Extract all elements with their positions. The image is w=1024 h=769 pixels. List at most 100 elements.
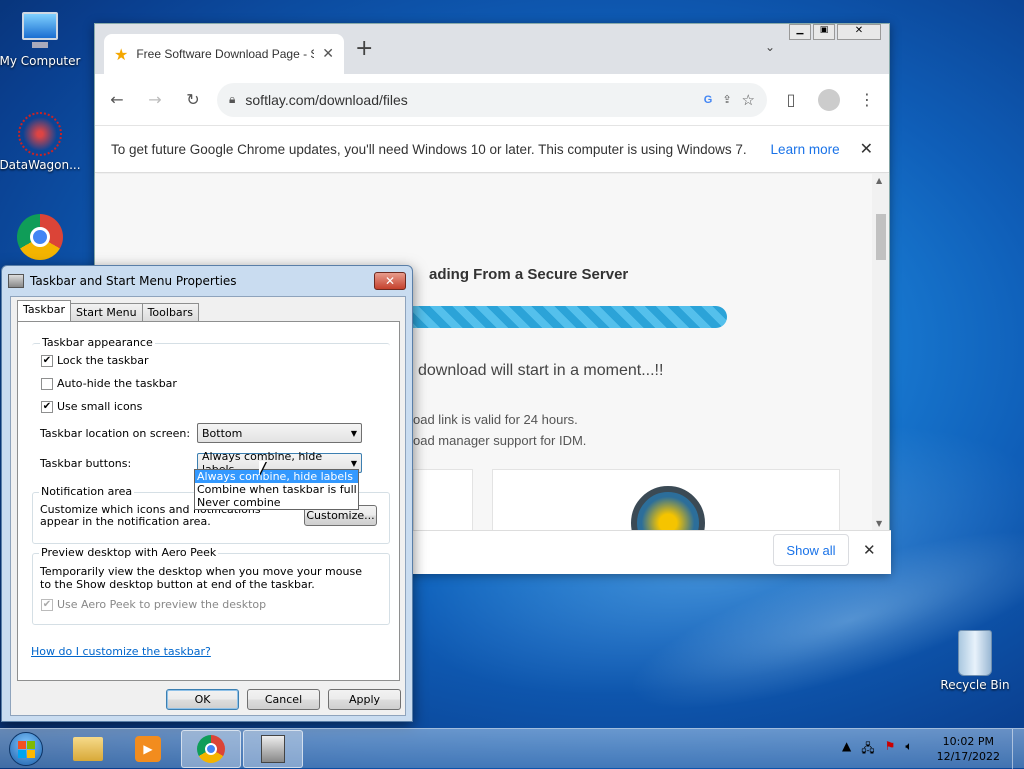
checkbox-box[interactable]: ✔ bbox=[41, 598, 53, 611]
computer-icon bbox=[18, 8, 62, 52]
checkbox-box[interactable]: ✔ bbox=[41, 400, 53, 413]
content-card-right bbox=[492, 469, 840, 530]
software-logo-icon bbox=[631, 486, 705, 530]
desktop-icon-recycle-bin[interactable]: Recycle Bin bbox=[932, 630, 1018, 692]
new-tab-button[interactable]: + bbox=[355, 36, 373, 61]
system-tray: ▲ 🖧︎ ⚑ 🔈︎ bbox=[842, 739, 913, 760]
idm-note: oad manager support for IDM. bbox=[413, 433, 587, 448]
close-window-button[interactable]: ✕ bbox=[837, 24, 881, 40]
group-label: Taskbar appearance bbox=[40, 336, 155, 349]
location-label: Taskbar location on screen: bbox=[40, 427, 191, 440]
tab-taskbar[interactable]: Taskbar bbox=[17, 300, 71, 321]
media-player-icon: ▶ bbox=[135, 736, 161, 762]
download-progress-fill bbox=[395, 306, 727, 328]
group-label: Preview desktop with Aero Peek bbox=[39, 546, 219, 559]
taskbar-media-player[interactable]: ▶ bbox=[118, 730, 178, 768]
tab-toolbars[interactable]: Toolbars bbox=[141, 303, 199, 321]
page-heading: ading From a Secure Server bbox=[429, 266, 629, 283]
share-icon[interactable]: ⇪ bbox=[722, 93, 731, 106]
chevron-down-icon: ▼ bbox=[350, 428, 357, 438]
bookmark-star-icon[interactable]: ☆ bbox=[742, 91, 755, 109]
link-valid-note: oad link is valid for 24 hours. bbox=[413, 412, 578, 427]
recycle-bin-icon bbox=[958, 630, 992, 676]
desktop-icon-label: DataWagon... bbox=[0, 158, 81, 172]
infobar-message: To get future Google Chrome updates, you… bbox=[111, 141, 747, 157]
taskbar: ▶ ▲ 🖧︎ ⚑ 🔈︎ 10:02 PM 12/17/2022 bbox=[0, 728, 1024, 769]
lock-taskbar-checkbox[interactable]: ✔ Lock the taskbar bbox=[41, 354, 149, 367]
start-button[interactable] bbox=[0, 730, 52, 768]
close-shelf-icon[interactable]: ✕ bbox=[863, 541, 876, 559]
taskbar-chrome[interactable] bbox=[181, 730, 241, 768]
scrollbar-thumb[interactable] bbox=[876, 214, 886, 260]
checkbox-label: Use Aero Peek to preview the desktop bbox=[57, 598, 267, 611]
side-panel-icon[interactable]: ▯ bbox=[777, 86, 805, 114]
learn-more-link[interactable]: Learn more bbox=[771, 142, 840, 157]
taskbar-properties-window[interactable] bbox=[243, 730, 303, 768]
help-link[interactable]: How do I customize the taskbar? bbox=[31, 645, 211, 658]
aero-peek-checkbox[interactable]: ✔ Use Aero Peek to preview the desktop bbox=[41, 598, 266, 611]
maximize-button[interactable]: ▣ bbox=[813, 24, 835, 40]
close-infobar-icon[interactable]: ✕ bbox=[860, 139, 873, 159]
desktop-icon-label: Recycle Bin bbox=[940, 678, 1010, 692]
checkbox-label: Lock the taskbar bbox=[57, 354, 149, 367]
tab-start-menu[interactable]: Start Menu bbox=[70, 303, 143, 321]
folder-icon bbox=[73, 737, 103, 761]
clock-date: 12/17/2022 bbox=[936, 750, 1000, 763]
close-tab-icon[interactable]: ✕ bbox=[322, 46, 334, 62]
checkbox-box[interactable] bbox=[41, 377, 53, 390]
desktop-icon-datawagon[interactable]: DataWagon... bbox=[0, 112, 83, 172]
update-infobar: To get future Google Chrome updates, you… bbox=[95, 126, 889, 173]
browser-tab[interactable]: ★ Free Software Download Page - S ✕ bbox=[104, 34, 344, 74]
reload-button[interactable]: ↻ bbox=[179, 86, 207, 114]
mouse-cursor-icon bbox=[259, 461, 266, 475]
volume-icon[interactable]: 🔈︎ bbox=[905, 739, 912, 760]
page-scrollbar[interactable]: ▲ ▼ bbox=[872, 174, 889, 530]
checkbox-label: Use small icons bbox=[57, 400, 143, 413]
tab-search-button[interactable]: ⌄ bbox=[765, 40, 775, 54]
action-center-icon[interactable]: ⚑ bbox=[885, 739, 896, 760]
download-start-message: download will start in a moment...!! bbox=[418, 362, 664, 379]
autohide-checkbox[interactable]: Auto-hide the taskbar bbox=[41, 377, 177, 390]
show-all-button[interactable]: Show all bbox=[773, 534, 849, 566]
forward-button[interactable]: → bbox=[141, 86, 169, 114]
apply-button[interactable]: Apply bbox=[328, 689, 401, 710]
taskbar-settings-icon bbox=[261, 735, 285, 763]
chrome-icon bbox=[17, 214, 63, 260]
dropdown-option[interactable]: Never combine bbox=[195, 496, 358, 509]
google-icon[interactable]: G bbox=[704, 94, 713, 106]
dropdown-option[interactable]: Combine when taskbar is full bbox=[195, 483, 358, 496]
star-icon: ★ bbox=[114, 44, 129, 64]
profile-icon[interactable] bbox=[815, 86, 843, 114]
small-icons-checkbox[interactable]: ✔ Use small icons bbox=[41, 400, 142, 413]
tab-strip: ★ Free Software Download Page - S ✕ + ⌄ … bbox=[95, 24, 889, 74]
lock-icon: 🔒︎ bbox=[229, 92, 236, 106]
minimize-button[interactable]: ▁ bbox=[789, 24, 811, 40]
network-icon[interactable]: 🖧︎ bbox=[861, 739, 874, 760]
clock-time: 10:02 PM bbox=[942, 735, 994, 748]
menu-icon[interactable]: ⋮ bbox=[853, 86, 881, 114]
desktop-icon-chrome[interactable] bbox=[0, 214, 83, 262]
taskbar-explorer[interactable] bbox=[58, 730, 118, 768]
clock[interactable]: 10:02 PM 12/17/2022 bbox=[937, 734, 1000, 764]
desktop-icon-my-computer[interactable]: My Computer bbox=[0, 8, 83, 68]
url-text: softlay.com/download/files bbox=[245, 91, 408, 108]
dialog-titlebar[interactable]: Taskbar and Start Menu Properties ✕ bbox=[2, 266, 412, 296]
buttons-label: Taskbar buttons: bbox=[40, 457, 132, 470]
location-select[interactable]: Bottom ▼ bbox=[197, 423, 362, 443]
dropdown-option[interactable]: Always combine, hide labels bbox=[195, 470, 358, 483]
windows-logo-icon bbox=[9, 732, 43, 766]
show-desktop-button[interactable] bbox=[1012, 729, 1024, 769]
aero-text: Temporarily view the desktop when you mo… bbox=[40, 565, 362, 591]
cancel-button[interactable]: Cancel bbox=[247, 689, 320, 710]
show-hidden-icons-button[interactable]: ▲ bbox=[842, 739, 851, 760]
checkbox-box[interactable]: ✔ bbox=[41, 354, 53, 367]
back-button[interactable]: ← bbox=[103, 86, 131, 114]
dialog-title: Taskbar and Start Menu Properties bbox=[30, 274, 237, 288]
chevron-down-icon: ▼ bbox=[350, 458, 357, 468]
ok-button[interactable]: OK bbox=[166, 689, 239, 710]
taskbar-buttons-dropdown: Always combine, hide labels Combine when… bbox=[194, 469, 359, 510]
dialog-close-button[interactable]: ✕ bbox=[374, 272, 406, 290]
address-bar[interactable]: 🔒︎ softlay.com/download/files G ⇪ ☆ bbox=[217, 82, 767, 117]
browser-toolbar: ← → ↻ 🔒︎ softlay.com/download/files G ⇪ … bbox=[95, 74, 889, 126]
tab-title: Free Software Download Page - S bbox=[136, 47, 315, 61]
